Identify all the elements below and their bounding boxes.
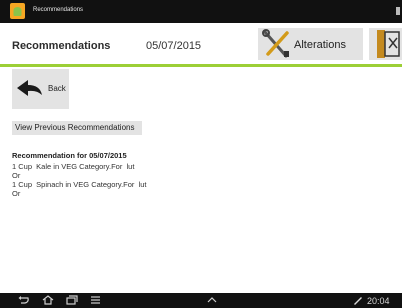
recommendation-line: 1 Cup Spinach in VEG Category.For lut <box>12 180 147 189</box>
view-previous-recommendations-button[interactable]: View Previous Recommendations <box>12 121 142 135</box>
back-arrow-icon <box>17 80 42 96</box>
recommendation-line: Or <box>12 171 21 180</box>
chevron-up-icon[interactable] <box>206 295 218 305</box>
status-app-title: Recommendations <box>33 7 84 13</box>
navigation-bar: 20:04 <box>0 293 402 308</box>
battery-icon <box>354 297 362 305</box>
recent-apps-icon[interactable] <box>66 295 78 305</box>
home-nav-icon[interactable] <box>42 295 54 305</box>
recommendation-line: 1 Cup Kale in VEG Category.For lut <box>12 162 135 171</box>
page-title: Recommendations <box>12 40 111 52</box>
android-icon <box>10 3 25 19</box>
tools-icon <box>262 29 289 58</box>
status-indicator <box>396 7 400 15</box>
menu-icon[interactable] <box>90 295 102 305</box>
back-label: Back <box>48 84 66 93</box>
alterations-label: Alterations <box>294 39 346 51</box>
clock: 20:04 <box>367 296 390 306</box>
alterations-button[interactable]: Alterations <box>258 28 363 60</box>
recommendation-heading: Recommendation for 05/07/2015 <box>12 151 127 160</box>
back-nav-icon[interactable] <box>18 295 30 305</box>
recommendation-line: Or <box>12 189 21 198</box>
status-bar: Recommendations <box>0 0 402 23</box>
header-divider <box>0 64 402 67</box>
exit-door-icon <box>377 30 400 58</box>
header-date: 05/07/2015 <box>146 40 202 52</box>
header: Recommendations 05/07/2015 Alterations <box>0 23 402 65</box>
back-button[interactable]: Back <box>12 69 69 109</box>
exit-button[interactable] <box>369 28 402 60</box>
